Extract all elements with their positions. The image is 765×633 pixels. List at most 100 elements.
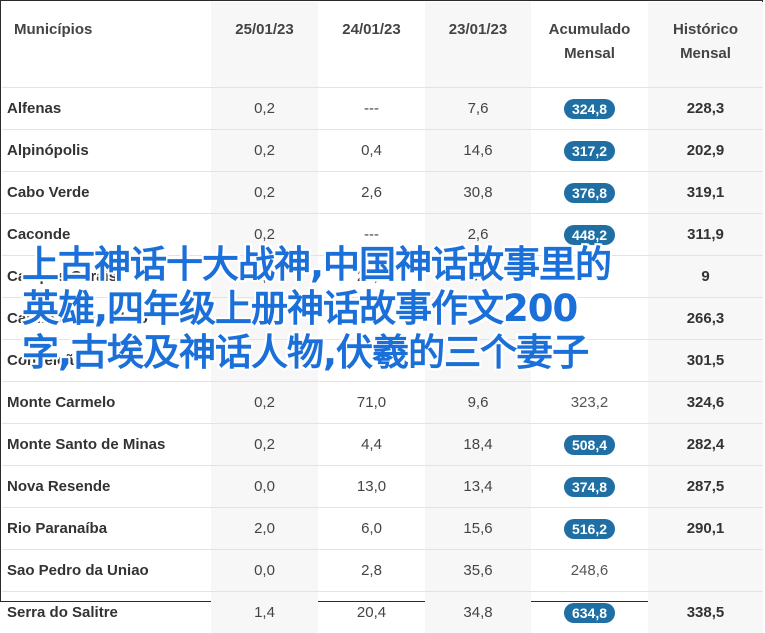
table-row: Carmo do Rio Claro266,3 [2, 298, 763, 340]
cell-date-2: 6,0 [318, 508, 425, 550]
cell-date-2: 4,4 [318, 424, 425, 466]
cell-date-3: 18,4 [425, 424, 531, 466]
table-row: Monte Carmelo0,271,09,6323,2324,6 [2, 382, 763, 424]
cell-date-2 [318, 298, 425, 340]
cell-date-1: 1,4 [211, 592, 318, 633]
cell-acumulado: 448,2 [531, 214, 648, 256]
table-frame: Municípios 25/01/23 24/01/23 23/01/23 Ac… [0, 0, 763, 602]
header-municipios[interactable]: Municípios [2, 2, 211, 88]
cell-historico: 324,6 [648, 382, 763, 424]
table-row: Campos Gerais0,028,234 9 [2, 256, 763, 298]
table-row: Cabo Verde0,22,630,8 376,8 319,1 [2, 172, 763, 214]
cell-municipio: Caconde [2, 214, 211, 256]
cell-acumulado: 634,8 [531, 592, 648, 633]
cell-date-2: 71,0 [318, 382, 425, 424]
acumulado-badge: 508,4 [564, 435, 615, 455]
cell-date-3: 13,4 [425, 466, 531, 508]
cell-date-1: 0,2 [211, 130, 318, 172]
table-row: Caconde0,2---2,6 448,2 311,9 [2, 214, 763, 256]
cell-date-1: 0,0 [211, 550, 318, 592]
table-row: Nova Resende0,013,013,4 374,8 287,5 [2, 466, 763, 508]
cell-historico: 287,5 [648, 466, 763, 508]
cell-acumulado: 317,2 [531, 130, 648, 172]
cell-municipio: Campos Gerais [2, 256, 211, 298]
cell-date-1: 0,2 [211, 382, 318, 424]
acumulado-value: 248,6 [571, 562, 609, 579]
header-historico[interactable]: Histórico Mensal [648, 2, 763, 88]
cell-date-3: 2,6 [425, 214, 531, 256]
header-row: Municípios 25/01/23 24/01/23 23/01/23 Ac… [2, 2, 763, 88]
cell-municipio: Serra do Salitre [2, 592, 211, 633]
acumulado-value: 323,2 [571, 394, 609, 411]
rainfall-table: Municípios 25/01/23 24/01/23 23/01/23 Ac… [2, 2, 763, 633]
header-acumulado-l1: Acumulado [549, 21, 631, 38]
header-historico-l2: Mensal [680, 45, 731, 62]
cell-date-3: 15,6 [425, 508, 531, 550]
cell-date-2: 0,4 [318, 130, 425, 172]
table-row: Alpinópolis0,20,414,6317,2202,9 [2, 130, 763, 172]
acumulado-badge: 516,2 [564, 519, 615, 539]
cell-historico: 266,3 [648, 298, 763, 340]
cell-date-2 [318, 340, 425, 382]
cell-date-3 [425, 340, 531, 382]
cell-date-2: 20,4 [318, 592, 425, 633]
cell-municipio: Nova Resende [2, 466, 211, 508]
header-date-3[interactable]: 23/01/23 [425, 2, 531, 88]
cell-municipio: Monte Santo de Minas [2, 424, 211, 466]
cell-date-2: 28,2 [318, 256, 425, 298]
cell-historico: 338,5 [648, 592, 763, 633]
acumulado-badge: 634,8 [564, 603, 615, 623]
cell-historico: 319,1 [648, 172, 763, 214]
cell-acumulado: 516,2 [531, 508, 648, 550]
table-row: Monte Santo de Minas0,24,418,4 508,4 282,4 [2, 424, 763, 466]
cell-date-3: 34 [425, 256, 531, 298]
cell-historico: 228,3 [648, 88, 763, 130]
cell-date-1: 0,2 [211, 88, 318, 130]
table-row: Serra do Salitre1,420,434,8 634,8 338,5 [2, 592, 763, 633]
cell-acumulado [531, 340, 648, 382]
cell-acumulado: 323,2 [531, 382, 648, 424]
cell-date-2: --- [318, 214, 425, 256]
cell-date-2: --- [318, 88, 425, 130]
header-historico-l1: Histórico [673, 21, 738, 38]
cell-municipio: Alpinópolis [2, 130, 211, 172]
cell-municipio: Sao Pedro da Uniao [2, 550, 211, 592]
cell-date-1: 0,0 [211, 466, 318, 508]
header-acumulado[interactable]: Acumulado Mensal [531, 2, 648, 88]
cell-date-2: 2,6 [318, 172, 425, 214]
cell-historico: 290,1 [648, 508, 763, 550]
cell-date-3: 35,6 [425, 550, 531, 592]
cell-historico: 311,9 [648, 214, 763, 256]
cell-date-1: 0,2 [211, 424, 318, 466]
cell-historico [648, 550, 763, 592]
table-row: Alfenas0,2---7,6324,8228,3 [2, 88, 763, 130]
cell-municipio: Rio Paranaíba [2, 508, 211, 550]
header-date-1[interactable]: 25/01/23 [211, 2, 318, 88]
cell-date-1: 0,2 [211, 214, 318, 256]
cell-acumulado [531, 256, 648, 298]
cell-date-3: 14,6 [425, 130, 531, 172]
cell-acumulado: 324,8 [531, 88, 648, 130]
acumulado-badge: 448,2 [564, 225, 615, 245]
cell-date-3: 7,6 [425, 88, 531, 130]
cell-date-2: 2,8 [318, 550, 425, 592]
cell-historico: 9 [648, 256, 763, 298]
cell-acumulado: 508,4 [531, 424, 648, 466]
cell-date-3: 34,8 [425, 592, 531, 633]
cell-municipio: Cabo Verde [2, 172, 211, 214]
acumulado-badge: 374,8 [564, 477, 615, 497]
cell-date-2: 13,0 [318, 466, 425, 508]
header-date-2[interactable]: 24/01/23 [318, 2, 425, 88]
cell-date-3: 30,8 [425, 172, 531, 214]
cell-historico: 282,4 [648, 424, 763, 466]
cell-date-3: 9,6 [425, 382, 531, 424]
cell-municipio: Conceição [2, 340, 211, 382]
cell-acumulado: 248,6 [531, 550, 648, 592]
acumulado-badge: 376,8 [564, 183, 615, 203]
cell-date-1: 0,0 [211, 256, 318, 298]
cell-acumulado: 376,8 [531, 172, 648, 214]
cell-date-1: 0,2 [211, 172, 318, 214]
cell-municipio: Alfenas [2, 88, 211, 130]
cell-date-1: 2,0 [211, 508, 318, 550]
table-row: Sao Pedro da Uniao0,02,835,6 248,6 [2, 550, 763, 592]
